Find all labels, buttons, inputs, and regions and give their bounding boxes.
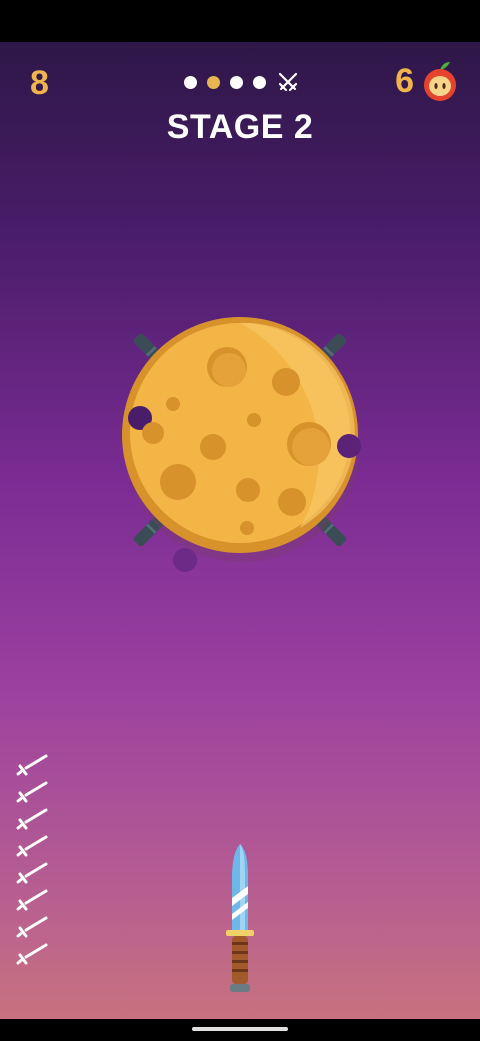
stock-knife-icon: [16, 943, 48, 965]
stock-knife-icon: [16, 889, 48, 911]
stock-knife-icon: [16, 916, 48, 938]
knife-stock: [14, 752, 54, 967]
home-indicator[interactable]: [192, 1027, 288, 1031]
stock-knife-icon: [16, 808, 48, 830]
stock-knife-icon: [16, 754, 48, 776]
cheese-wheel: [122, 317, 361, 572]
stock-knife-icon: [16, 835, 48, 857]
stock-knife-icon: [16, 781, 48, 803]
player-knife[interactable]: [218, 838, 262, 998]
game-screen: 8 6 STAGE 2: [0, 0, 480, 1041]
game-area[interactable]: 8 6 STAGE 2: [0, 42, 480, 1019]
stock-knife-icon: [16, 862, 48, 884]
